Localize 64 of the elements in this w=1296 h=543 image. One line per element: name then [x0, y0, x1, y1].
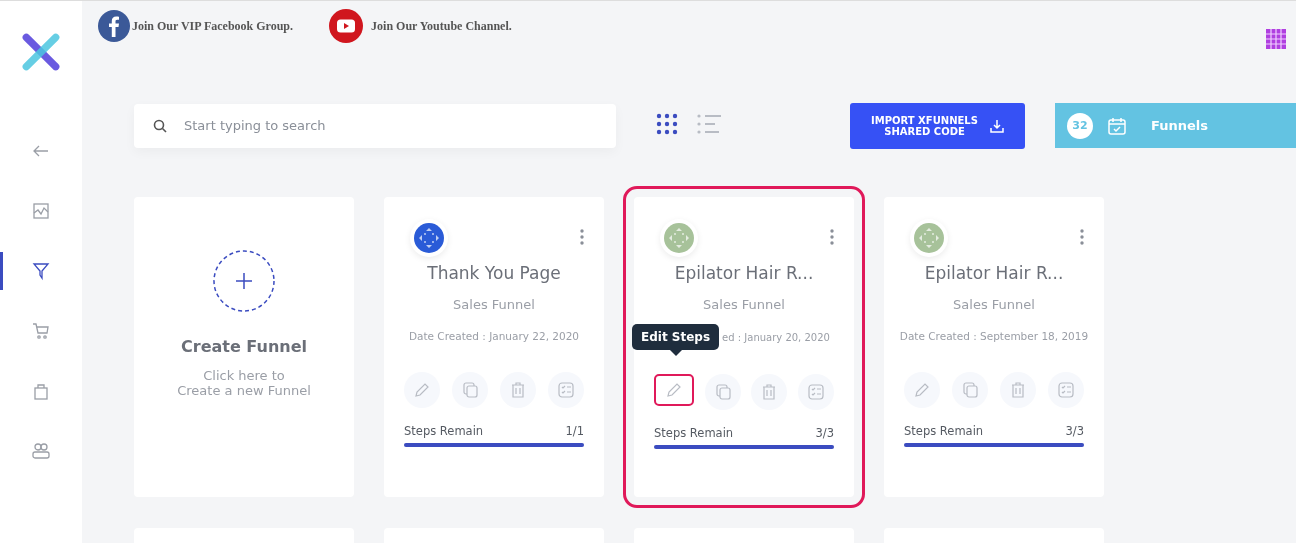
copy-icon [713, 383, 732, 401]
date-created: ed : January 20, 2020 [722, 331, 830, 343]
bag-icon [31, 381, 51, 401]
copy-button[interactable] [704, 374, 741, 410]
cart-icon [31, 321, 51, 341]
checklist-button[interactable] [797, 374, 834, 410]
edit-button[interactable] [654, 374, 694, 406]
list-icon [696, 113, 722, 135]
checklist-icon [806, 383, 825, 401]
funnel-type: Sales Funnel [702, 297, 786, 312]
trash-icon [1009, 381, 1027, 399]
import-button[interactable]: IMPORT XFUNNELS SHARED CODE [850, 102, 1025, 149]
date-created: Date Created : September 18, 2019 [899, 330, 1089, 342]
copy-button[interactable] [952, 372, 988, 408]
funnel-icon [31, 261, 51, 281]
pattern-icon [1266, 29, 1286, 49]
create-funnel-title: Create Funnel [181, 337, 307, 356]
pencil-icon [913, 381, 931, 399]
steps-label: Steps Remain [904, 424, 984, 438]
search-icon [153, 118, 167, 133]
more-icon[interactable] [580, 229, 584, 245]
funnel-type: Sales Funnel [952, 297, 1036, 312]
delete-button[interactable] [500, 372, 536, 408]
funnels-label: Funnels [1151, 118, 1208, 133]
date-created: Date Created : January 22, 2020 [408, 330, 580, 342]
steps-count: 1/1 [565, 424, 584, 438]
checklist-icon [1057, 381, 1075, 399]
funnel-count: 32 [1067, 112, 1093, 139]
add-icon [212, 249, 276, 313]
download-icon [989, 118, 1004, 133]
copy-icon [961, 381, 979, 399]
steps-label: Steps Remain [404, 424, 484, 438]
facebook-icon [98, 10, 130, 42]
pencil-icon [413, 381, 431, 399]
create-funnel-subtitle: Click here to Create a new Funnel [177, 368, 311, 398]
steps-count: 3/3 [1065, 424, 1084, 438]
calendar-icon [1107, 115, 1127, 136]
copy-button[interactable] [452, 372, 488, 408]
create-funnel-card[interactable]: Create Funnel Click here to Create a new Funnel [134, 197, 354, 497]
youtube-link[interactable]: Join Our Youtube Channel. [329, 9, 512, 43]
facebook-link[interactable]: Join Our VIP Facebook Group. [98, 10, 294, 42]
search-field[interactable]: Start typing to search [134, 103, 616, 148]
tooltip-pointer [669, 350, 682, 356]
steps-count: 3/3 [815, 426, 834, 440]
pencil-icon [665, 381, 683, 399]
checklist-button[interactable] [1048, 372, 1084, 408]
funnel-title: Epilator Hair R... [923, 263, 1065, 283]
grid-icon [656, 113, 678, 135]
trash-icon [509, 381, 527, 399]
delete-button[interactable] [1000, 372, 1036, 408]
more-icon[interactable] [1080, 229, 1084, 245]
copy-icon [461, 381, 479, 399]
users-icon [31, 441, 51, 461]
funnel-title: Epilator Hair R... [673, 263, 815, 283]
steps-label: Steps Remain [654, 426, 734, 440]
chart-icon [31, 201, 51, 221]
funnel-title: Thank You Page [426, 263, 562, 283]
more-icon[interactable] [830, 229, 834, 245]
logo-icon [20, 31, 62, 73]
delete-button[interactable] [751, 374, 788, 410]
funnel-type: Sales Funnel [452, 297, 536, 312]
checklist-icon [557, 381, 575, 399]
youtube-icon [329, 9, 364, 43]
checklist-button[interactable] [548, 372, 584, 408]
